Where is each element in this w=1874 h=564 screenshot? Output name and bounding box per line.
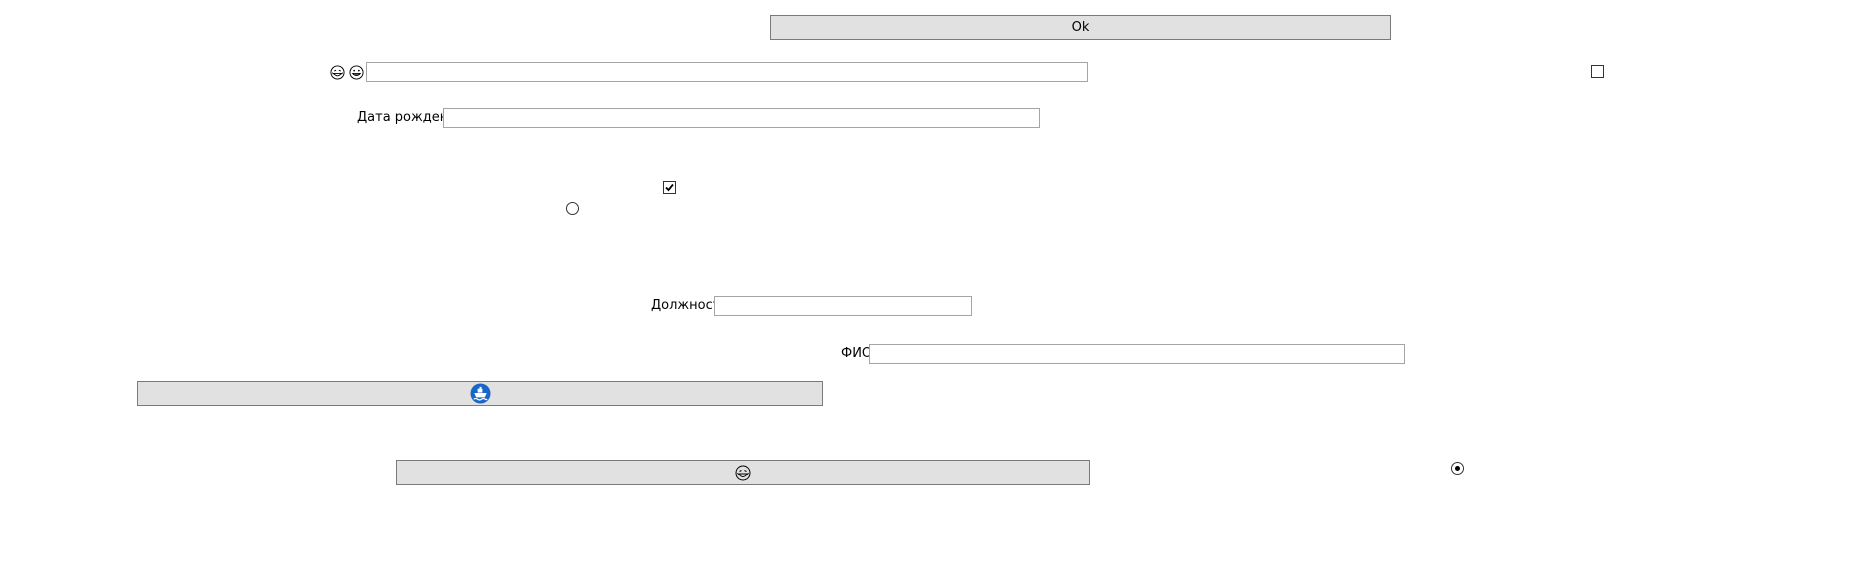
checkbox-top-right[interactable] bbox=[1591, 65, 1604, 78]
laughing-face-icon bbox=[330, 65, 345, 80]
birth-date-field[interactable] bbox=[443, 108, 1040, 128]
radio-right[interactable] bbox=[1451, 462, 1464, 475]
ship-icon bbox=[469, 383, 491, 404]
top-text-field[interactable] bbox=[366, 62, 1088, 82]
position-field[interactable] bbox=[714, 296, 972, 316]
ship-icon-button[interactable] bbox=[137, 381, 823, 406]
full-name-label: ФИО bbox=[841, 346, 873, 361]
grinning-face-icon bbox=[349, 65, 364, 80]
radio-selected-dot bbox=[1455, 466, 1460, 471]
radio-left[interactable] bbox=[566, 202, 579, 215]
checkbox-middle[interactable] bbox=[663, 181, 676, 194]
checkmark-icon bbox=[665, 183, 674, 192]
laughing-face-icon bbox=[735, 465, 751, 480]
emoji-icon-button[interactable] bbox=[396, 460, 1090, 485]
ok-button[interactable]: Ok bbox=[770, 15, 1391, 40]
full-name-field[interactable] bbox=[869, 344, 1405, 364]
ok-button-label: Ok bbox=[1071, 20, 1090, 35]
